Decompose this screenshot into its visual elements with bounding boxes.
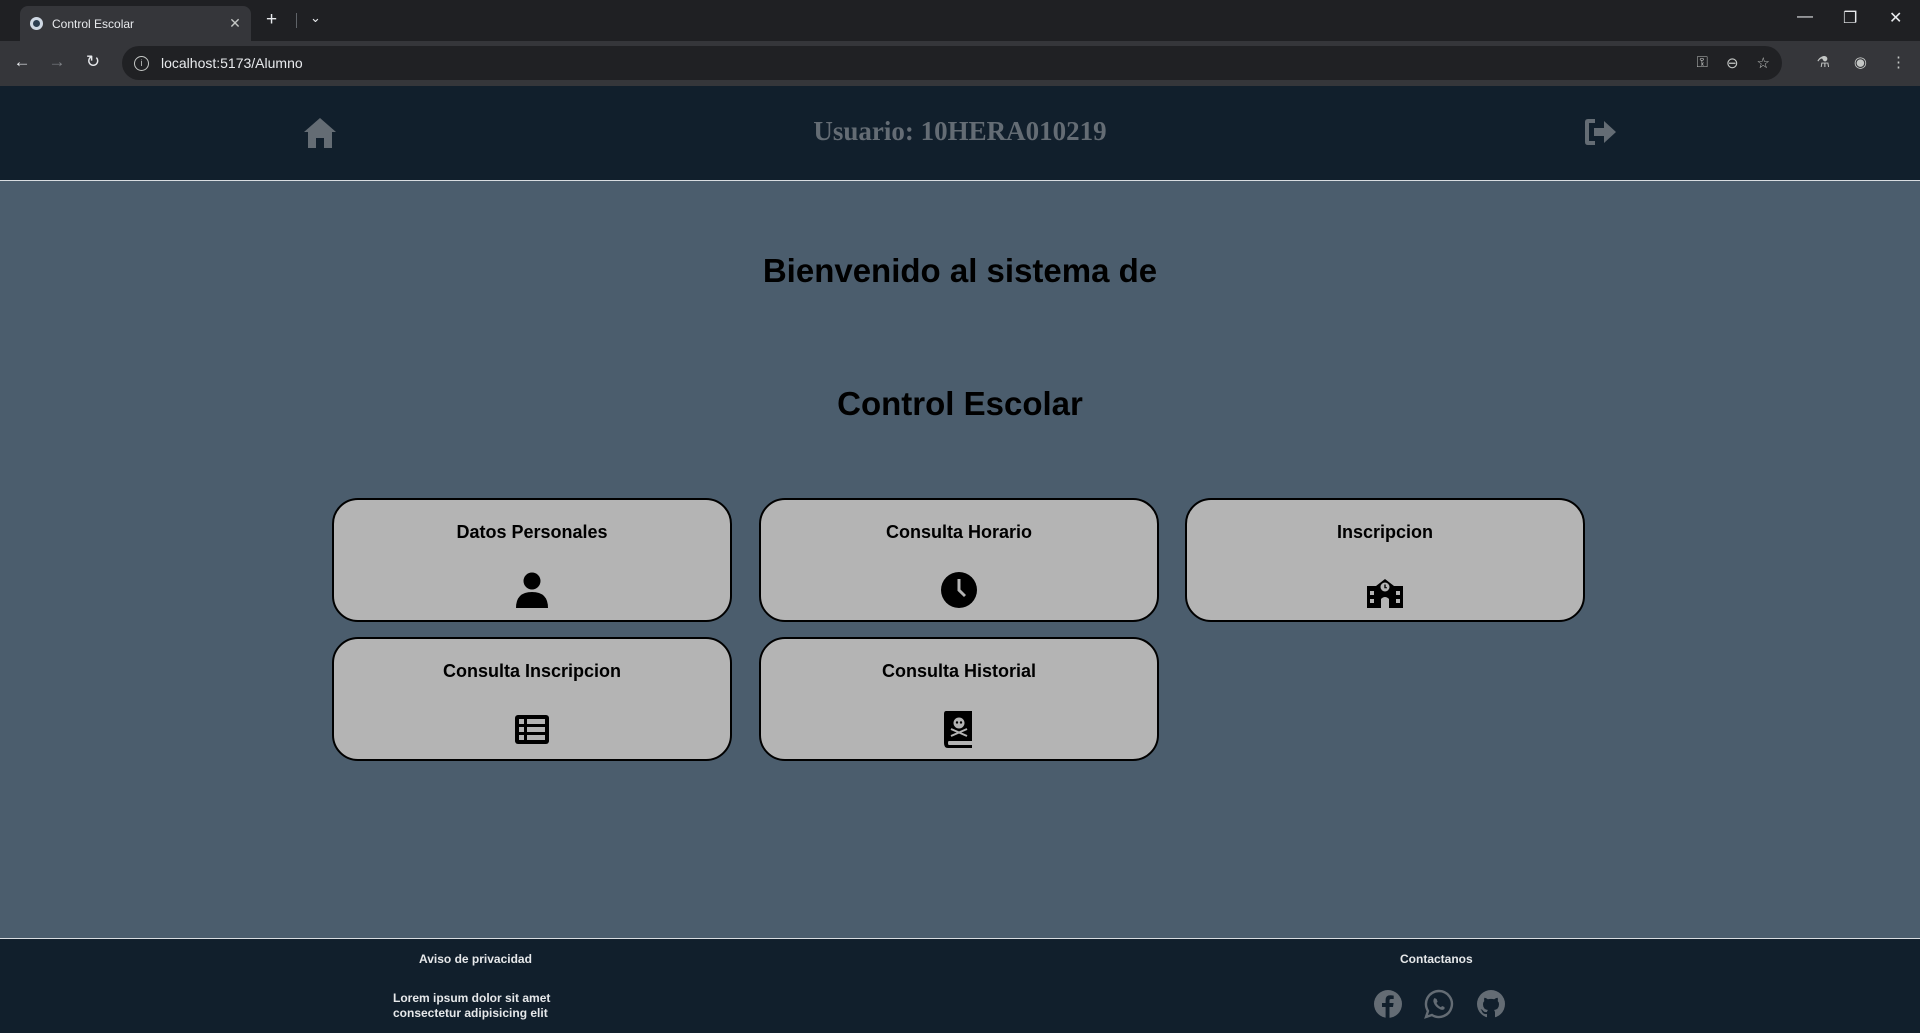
card-datos-personales[interactable]: Datos Personales — [332, 498, 732, 622]
app-footer: Aviso de privacidad Lorem ipsum dolor si… — [0, 938, 1920, 1033]
tab-search-button[interactable]: ⌄ — [310, 10, 321, 26]
book-skull-icon — [939, 709, 979, 749]
welcome-heading: Bienvenido al sistema de — [762, 252, 1158, 289]
site-info-icon[interactable]: i — [134, 55, 149, 71]
user-label: Usuario: 10HERA010219 — [813, 116, 1107, 146]
app-header: Usuario: 10HERA010219 — [0, 86, 1920, 181]
bookmark-star-icon[interactable]: ☆ — [1757, 54, 1770, 72]
tab-title: Control Escolar — [52, 16, 135, 31]
tab-divider — [296, 13, 297, 28]
logout-icon[interactable] — [1583, 116, 1617, 148]
system-name-heading: Control Escolar — [837, 385, 1083, 422]
browser-tab-bar: Control Escolar ✕ + ⌄ — ❐ ✕ — [0, 0, 1920, 41]
forward-arrow-icon[interactable]: → — [45, 52, 69, 72]
privacy-text: Lorem ipsum dolor sit amet consectetur a… — [393, 991, 550, 1021]
card-consulta-historial[interactable]: Consulta Historial — [759, 637, 1159, 761]
privacy-text-line: consectetur adipisicing elit — [393, 1006, 548, 1020]
reload-icon[interactable]: ↻ — [81, 52, 105, 72]
card-label: Consulta Inscripcion — [442, 661, 622, 681]
card-label: Datos Personales — [456, 522, 608, 542]
browser-tab[interactable]: Control Escolar ✕ — [20, 6, 251, 41]
user-icon — [512, 570, 552, 610]
zoom-icon[interactable]: ⊖ — [1726, 54, 1739, 72]
profile-icon[interactable]: ◉ — [1854, 53, 1867, 71]
address-bar[interactable]: i localhost:5173/Alumno ⚿ ⊖ ☆ — [122, 46, 1782, 80]
card-consulta-inscripcion[interactable]: Consulta Inscripcion — [332, 637, 732, 761]
facebook-icon[interactable] — [1373, 989, 1403, 1019]
url-text[interactable]: localhost:5173/Alumno — [161, 55, 303, 71]
card-label: Consulta Horario — [885, 522, 1032, 542]
privacy-title[interactable]: Aviso de privacidad — [419, 952, 532, 966]
password-key-icon[interactable]: ⚿ — [1697, 54, 1708, 72]
restore-button[interactable]: ❐ — [1843, 8, 1857, 28]
card-label: Inscripcion — [1336, 522, 1434, 542]
new-tab-button[interactable]: + — [266, 9, 277, 31]
github-icon[interactable] — [1476, 989, 1506, 1019]
whatsapp-icon[interactable] — [1424, 989, 1454, 1019]
favicon-icon — [30, 17, 43, 30]
list-icon — [512, 709, 552, 749]
clock-icon — [939, 570, 979, 610]
close-window-button[interactable]: ✕ — [1889, 8, 1902, 28]
labs-flask-icon[interactable]: ⚗ — [1816, 53, 1829, 71]
home-icon[interactable] — [302, 116, 338, 150]
privacy-text-line: Lorem ipsum dolor sit amet — [393, 991, 551, 1005]
card-label: Consulta Historial — [881, 661, 1037, 681]
browser-toolbar: ← → ↻ i localhost:5173/Alumno ⚿ ⊖ ☆ ⚗ ◉ … — [0, 41, 1920, 86]
card-consulta-horario[interactable]: Consulta Horario — [759, 498, 1159, 622]
menu-kebab-icon[interactable]: ⋮ — [1891, 53, 1906, 71]
card-inscripcion[interactable]: Inscripcion — [1185, 498, 1585, 622]
back-arrow-icon[interactable]: ← — [10, 52, 34, 72]
tab-close-icon[interactable]: ✕ — [225, 15, 245, 32]
minimize-button[interactable]: — — [1797, 8, 1813, 26]
contact-title: Contactanos — [1400, 952, 1473, 966]
school-icon — [1365, 570, 1405, 610]
